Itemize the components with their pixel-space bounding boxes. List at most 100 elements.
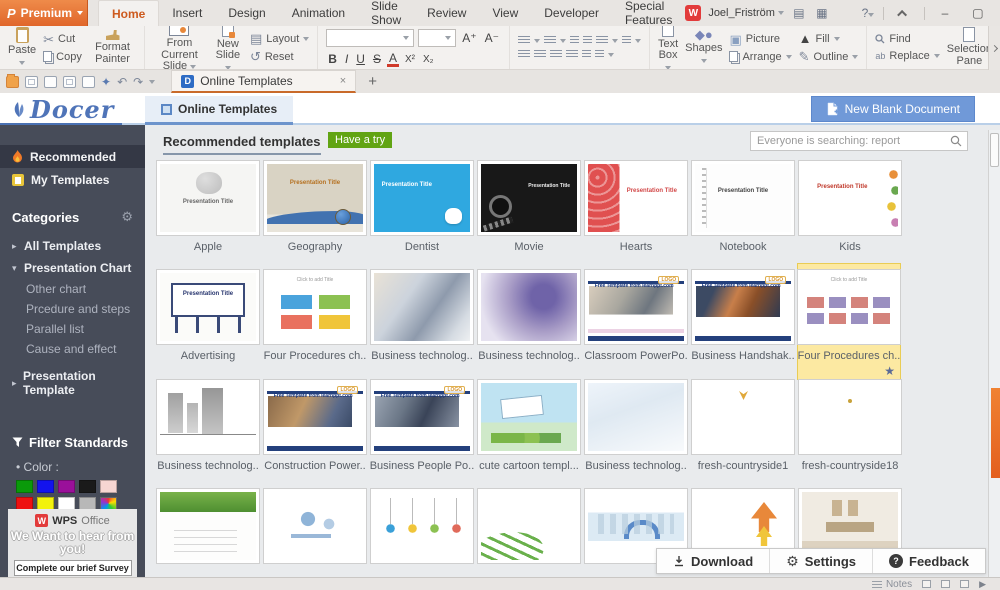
arrange-button[interactable]: Arrange [729, 51, 791, 63]
color-swatch[interactable] [58, 480, 75, 493]
play-slideshow-icon[interactable]: ▶ [979, 579, 986, 590]
template-card[interactable]: Business technolog.. [584, 374, 688, 472]
template-card[interactable]: fresh-countryside1 [691, 374, 795, 472]
subcategory-other-chart[interactable]: Other chart [0, 279, 145, 299]
copy-button[interactable]: Copy [43, 51, 82, 63]
tab-animation[interactable]: Animation [279, 0, 358, 26]
template-card[interactable]: Presentation TitleDentist [370, 155, 474, 253]
template-card[interactable]: fresh-countryside18 [798, 374, 902, 472]
color-swatch[interactable] [100, 480, 117, 493]
tab-slide-show[interactable]: Slide Show [358, 0, 414, 26]
subcategory-cause-effect[interactable]: Cause and effect [0, 339, 145, 359]
grow-font-button[interactable]: A⁺ [460, 31, 478, 45]
ribbon-expand-strip[interactable] [988, 26, 1000, 70]
gear-icon[interactable]: ⚙ [121, 209, 133, 225]
close-tab-icon[interactable]: × [340, 75, 346, 87]
template-card[interactable]: Business technolog.. [156, 374, 260, 472]
color-swatch[interactable] [79, 480, 96, 493]
new-tab-button[interactable]: + [362, 73, 383, 90]
template-card[interactable]: Free Template from learnppt.comLOGOBusin… [691, 264, 795, 363]
hand-tool-icon[interactable]: ✦ [101, 76, 111, 88]
reset-button[interactable]: ↺Reset [250, 50, 309, 63]
paste-button[interactable]: Paste [8, 27, 36, 68]
help-menu[interactable]: ? [860, 6, 876, 20]
shrink-font-button[interactable]: A⁻ [483, 31, 501, 45]
font-family-combo[interactable] [326, 29, 414, 47]
text-direction-icon[interactable] [596, 36, 608, 45]
template-card[interactable]: Free Template from learnppt.comLOGOClass… [584, 264, 688, 363]
premium-menu-button[interactable]: P Premium [0, 0, 88, 26]
template-card[interactable]: Presentation TitleNotebook [691, 155, 795, 253]
bullets-icon[interactable] [518, 36, 530, 45]
template-card[interactable]: Presentation TitleApple [156, 155, 260, 253]
online-templates-tab[interactable]: Online Templates [145, 96, 293, 125]
export-icon[interactable] [44, 76, 57, 88]
print-icon[interactable] [63, 76, 76, 88]
selection-pane-button[interactable]: Selection Pane [947, 27, 992, 67]
cut-button[interactable]: ✂Cut [43, 33, 82, 46]
font-color-button[interactable]: A [387, 52, 399, 67]
align-right-icon[interactable] [550, 50, 562, 59]
notes-button[interactable]: Notes [872, 579, 912, 590]
qa-dropdown-icon[interactable] [149, 80, 155, 84]
template-card[interactable] [370, 483, 474, 569]
reading-view-icon[interactable] [960, 580, 969, 588]
docs-icon[interactable]: ▤ [791, 6, 807, 20]
numbering-icon[interactable] [544, 36, 556, 45]
user-menu[interactable]: Joel_Friström [708, 7, 784, 19]
template-card[interactable]: Presentation TitleKids [798, 155, 902, 253]
tab-developer[interactable]: Developer [531, 0, 612, 26]
normal-view-icon[interactable] [922, 580, 931, 588]
template-card[interactable]: Free Template from learnppt.comLOGOBusin… [370, 374, 474, 472]
scrollbar-thumb[interactable] [990, 133, 999, 167]
template-card[interactable]: Presentation TitleMovie [477, 155, 581, 253]
sidebar-item-my-templates[interactable]: My Templates [0, 168, 145, 191]
font-size-combo[interactable] [418, 29, 456, 47]
align-left-icon[interactable] [518, 50, 530, 59]
wps-account-icon[interactable]: W [685, 5, 701, 21]
text-box-button[interactable]: Text Box [658, 26, 678, 70]
minimize-button[interactable]: – [932, 2, 958, 24]
print-preview-icon[interactable] [82, 76, 95, 88]
align-center-icon[interactable] [534, 50, 546, 59]
redo-icon[interactable]: ↷ [133, 76, 143, 88]
subscript-button[interactable]: X₂ [421, 54, 436, 65]
color-swatch[interactable] [16, 480, 33, 493]
have-a-try-badge[interactable]: Have a try [328, 132, 392, 148]
template-card[interactable]: Business technolog.. [477, 264, 581, 363]
template-card[interactable] [263, 483, 367, 569]
template-card[interactable]: Presentation TitleHearts [584, 155, 688, 253]
document-tab[interactable]: D Online Templates × [171, 70, 356, 93]
decrease-indent-icon[interactable] [570, 36, 579, 45]
bold-button[interactable]: B [326, 52, 339, 66]
save-icon[interactable] [25, 76, 38, 88]
apps-icon[interactable]: ▦ [814, 6, 830, 20]
feedback-button[interactable]: ? Feedback [872, 549, 985, 573]
template-card[interactable]: Presentation TitleGeography [263, 155, 367, 253]
undo-icon[interactable]: ↶ [117, 76, 127, 88]
strikethrough-button[interactable]: S [371, 52, 383, 66]
tab-design[interactable]: Design [215, 0, 278, 26]
outline-button[interactable]: ✎Outline [799, 50, 859, 63]
columns-icon[interactable] [595, 50, 604, 59]
template-card[interactable]: Business technolog.. [370, 264, 474, 363]
open-folder-icon[interactable] [6, 76, 19, 88]
subcategory-parallel-list[interactable]: Parallel list [0, 319, 145, 339]
template-card[interactable]: Click to add TitleFour Procedures ch.. [263, 264, 367, 363]
vertical-scrollbar[interactable] [988, 130, 1000, 577]
format-painter-button[interactable]: Format Painter [89, 30, 136, 65]
new-slide-button[interactable]: New Slide [213, 26, 243, 70]
tab-review[interactable]: Review [414, 0, 479, 26]
shapes-button[interactable]: ◆● Shapes [685, 28, 722, 66]
justify-icon[interactable] [566, 50, 578, 59]
settings-button[interactable]: ⚙ Settings [769, 549, 872, 573]
layout-button[interactable]: ▤Layout [250, 32, 309, 45]
increase-indent-icon[interactable] [583, 36, 592, 45]
template-card[interactable]: Presentation TitleAdvertising [156, 264, 260, 363]
search-input[interactable] [751, 135, 950, 147]
tab-home[interactable]: Home [98, 0, 159, 26]
find-button[interactable]: Find [875, 33, 939, 45]
subcategory-procedure-steps[interactable]: Prcedure and steps [0, 299, 145, 319]
download-button[interactable]: Download [657, 549, 769, 573]
survey-ad[interactable]: W WPSOffice We Want to hear from you! Co… [8, 509, 137, 577]
